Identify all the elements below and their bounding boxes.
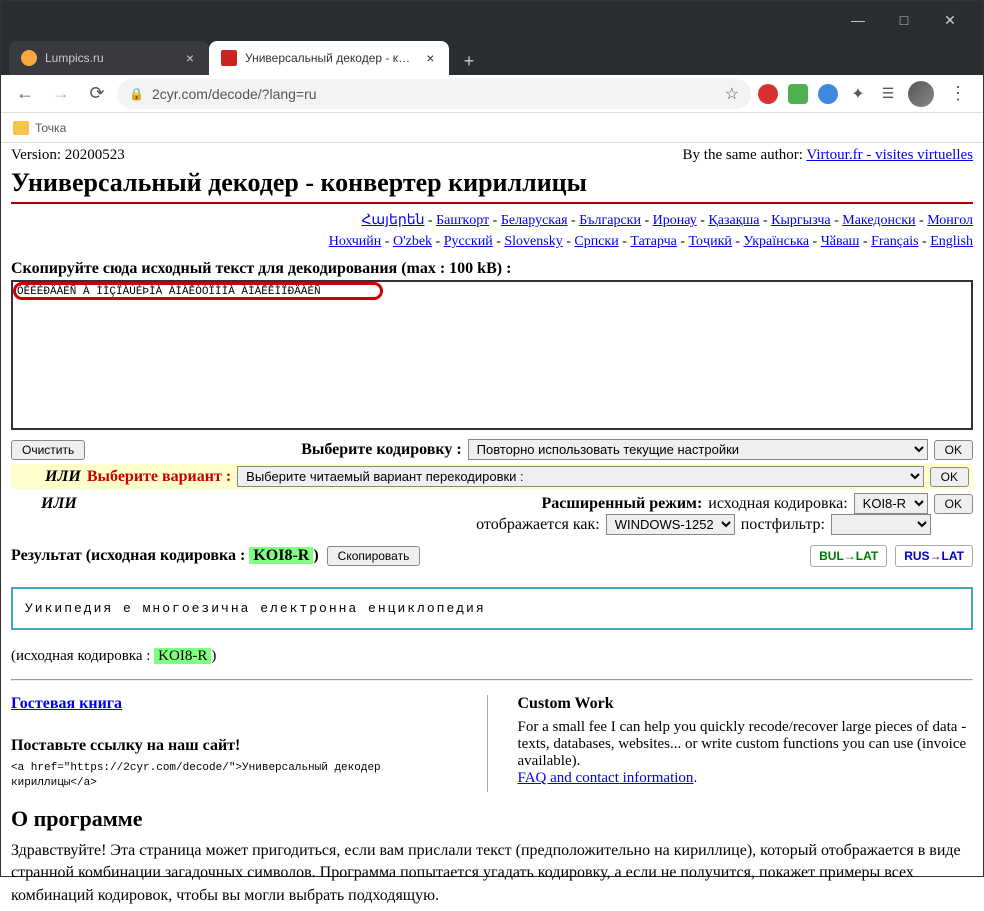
copy-button[interactable]: Скопировать <box>327 546 421 566</box>
url-text: 2cyr.com/decode/?lang=ru <box>152 86 317 102</box>
choose-encoding-label: Выберите кодировку : <box>301 441 461 459</box>
extension-opera[interactable] <box>758 84 778 104</box>
lang-link[interactable]: Татарча <box>630 234 676 249</box>
profile-avatar[interactable] <box>908 81 934 107</box>
tab-title: Lumpics.ru <box>45 51 104 65</box>
tab-close-icon[interactable]: × <box>183 51 197 65</box>
reload-button[interactable]: ⟳ <box>81 78 113 110</box>
browser-toolbar: ← → ⟳ 🔒 2cyr.com/decode/?lang=ru ☆ ✦ ☰ ⋮ <box>1 75 983 113</box>
lang-link[interactable]: Чӑваш <box>821 234 860 249</box>
tab-decoder[interactable]: Универсальный декодер - конве × <box>209 41 449 75</box>
lang-link[interactable]: Українська <box>744 234 809 249</box>
extension-globe[interactable] <box>818 84 838 104</box>
lang-link[interactable]: Беларуская <box>501 213 568 228</box>
window-titlebar: — □ ✕ <box>1 1 983 39</box>
lang-link[interactable]: Нохчийн <box>329 234 382 249</box>
result-box: Уикипедия е многоезична електронна енцик… <box>11 587 973 630</box>
virtour-link[interactable]: Virtour.fr - visites virtuelles <box>806 147 973 163</box>
instruction-label: Скопируйте сюда исходный текст для декод… <box>11 260 973 278</box>
author-line: By the same author: Virtour.fr - visites… <box>683 147 973 164</box>
guestbook-link[interactable]: Гостевая книга <box>11 695 122 712</box>
source-encoding-text: (исходная кодировка : KOI8-R) <box>11 648 973 665</box>
or-label: ИЛИ <box>41 495 77 513</box>
put-link-heading: Поставьте ссылку на наш сайт! <box>11 737 467 755</box>
lang-link[interactable]: Հայերեն <box>362 213 425 228</box>
ok-button[interactable]: OK <box>934 440 973 460</box>
result-label: Результат (исходная кодировка : KOI8-R) <box>11 547 319 565</box>
reading-list-icon[interactable]: ☰ <box>878 84 898 104</box>
custom-work-text: For a small fee I can help you quickly r… <box>518 719 974 787</box>
address-bar[interactable]: 🔒 2cyr.com/decode/?lang=ru ☆ <box>117 79 751 109</box>
lang-link[interactable]: Македонски <box>842 213 915 228</box>
src-enc-label: исходная кодировка: <box>708 495 847 513</box>
lock-icon: 🔒 <box>129 87 144 101</box>
folder-icon <box>13 121 29 135</box>
divider <box>11 679 973 681</box>
lang-link[interactable]: O'zbek <box>393 234 432 249</box>
favicon-lumpics <box>21 50 37 66</box>
tab-lumpics[interactable]: Lumpics.ru × <box>9 41 209 75</box>
lang-link[interactable]: Иронау <box>653 213 697 228</box>
lang-link[interactable]: Кыргызча <box>771 213 830 228</box>
extension-music[interactable] <box>788 84 808 104</box>
displayed-as-label: отображается как: <box>476 516 600 534</box>
window-maximize[interactable]: □ <box>881 4 927 36</box>
extensions-icon[interactable]: ✦ <box>848 84 868 104</box>
displayed-as-select[interactable]: WINDOWS-1252 <box>606 514 735 535</box>
version-label: Version: 20200523 <box>11 147 125 164</box>
lang-link[interactable]: Српски <box>574 234 618 249</box>
faq-link[interactable]: FAQ and contact information <box>518 770 694 786</box>
link-snippet[interactable]: <a href="https://2cyr.com/decode/">Униве… <box>11 761 467 792</box>
ok-button[interactable]: OK <box>934 494 973 514</box>
back-button[interactable]: ← <box>9 78 41 110</box>
bookmark-folder[interactable]: Точка <box>13 121 66 135</box>
favicon-2cyr <box>221 50 237 66</box>
lang-link[interactable]: Қазақша <box>708 213 759 228</box>
tab-close-icon[interactable]: × <box>424 51 437 65</box>
ok-button[interactable]: OK <box>930 467 969 487</box>
page-content: Version: 20200523 By the same author: Vi… <box>1 143 983 911</box>
bookmark-star-icon[interactable]: ☆ <box>725 84 739 104</box>
advanced-mode-label: Расширенный режим: <box>541 495 702 513</box>
lang-link[interactable]: Slovensky <box>504 234 562 249</box>
window-close[interactable]: ✕ <box>927 4 973 36</box>
variant-select[interactable]: Выберите читаемый вариант перекодировки … <box>237 466 923 487</box>
about-heading: О программе <box>11 806 973 832</box>
source-encoding-select[interactable]: KOI8-R <box>854 493 928 514</box>
rus-lat-button[interactable]: RUS→LAT <box>895 545 973 567</box>
or-label: ИЛИ <box>45 468 81 486</box>
tab-strip: Lumpics.ru × Универсальный декодер - кон… <box>1 39 983 75</box>
source-textarea[interactable] <box>11 280 973 430</box>
lang-link[interactable]: English <box>930 234 973 249</box>
postfilter-select[interactable] <box>831 514 931 535</box>
choose-variant-label: Выберите вариант : <box>87 468 231 486</box>
about-text: Здравствуйте! Эта страница может пригоди… <box>11 840 973 907</box>
page-title: Универсальный декодер - конвертер кирилл… <box>11 168 973 204</box>
lang-link[interactable]: Монгол <box>927 213 973 228</box>
postfilter-label: постфильтр: <box>741 516 825 534</box>
lang-link[interactable]: Русский <box>444 234 493 249</box>
chrome-menu-icon[interactable]: ⋮ <box>941 83 975 104</box>
new-tab-button[interactable]: + <box>455 47 483 75</box>
tab-title: Универсальный декодер - конве <box>245 51 416 65</box>
lang-link[interactable]: Тоҷикӣ <box>689 234 732 249</box>
custom-work-heading: Custom Work <box>518 695 974 713</box>
lang-link[interactable]: Български <box>579 213 641 228</box>
language-links: Հայերեն - Башҡорт - Беларуская - Българс… <box>11 210 973 252</box>
bul-lat-button[interactable]: BUL→LAT <box>810 545 887 567</box>
lang-link[interactable]: Башҡорт <box>436 213 489 228</box>
forward-button[interactable]: → <box>45 78 77 110</box>
encoding-select[interactable]: Повторно использовать текущие настройки <box>468 439 928 460</box>
clear-button[interactable]: Очистить <box>11 440 85 460</box>
bookmarks-bar: Точка <box>1 113 983 143</box>
lang-link[interactable]: Français <box>871 234 918 249</box>
window-minimize[interactable]: — <box>835 4 881 36</box>
